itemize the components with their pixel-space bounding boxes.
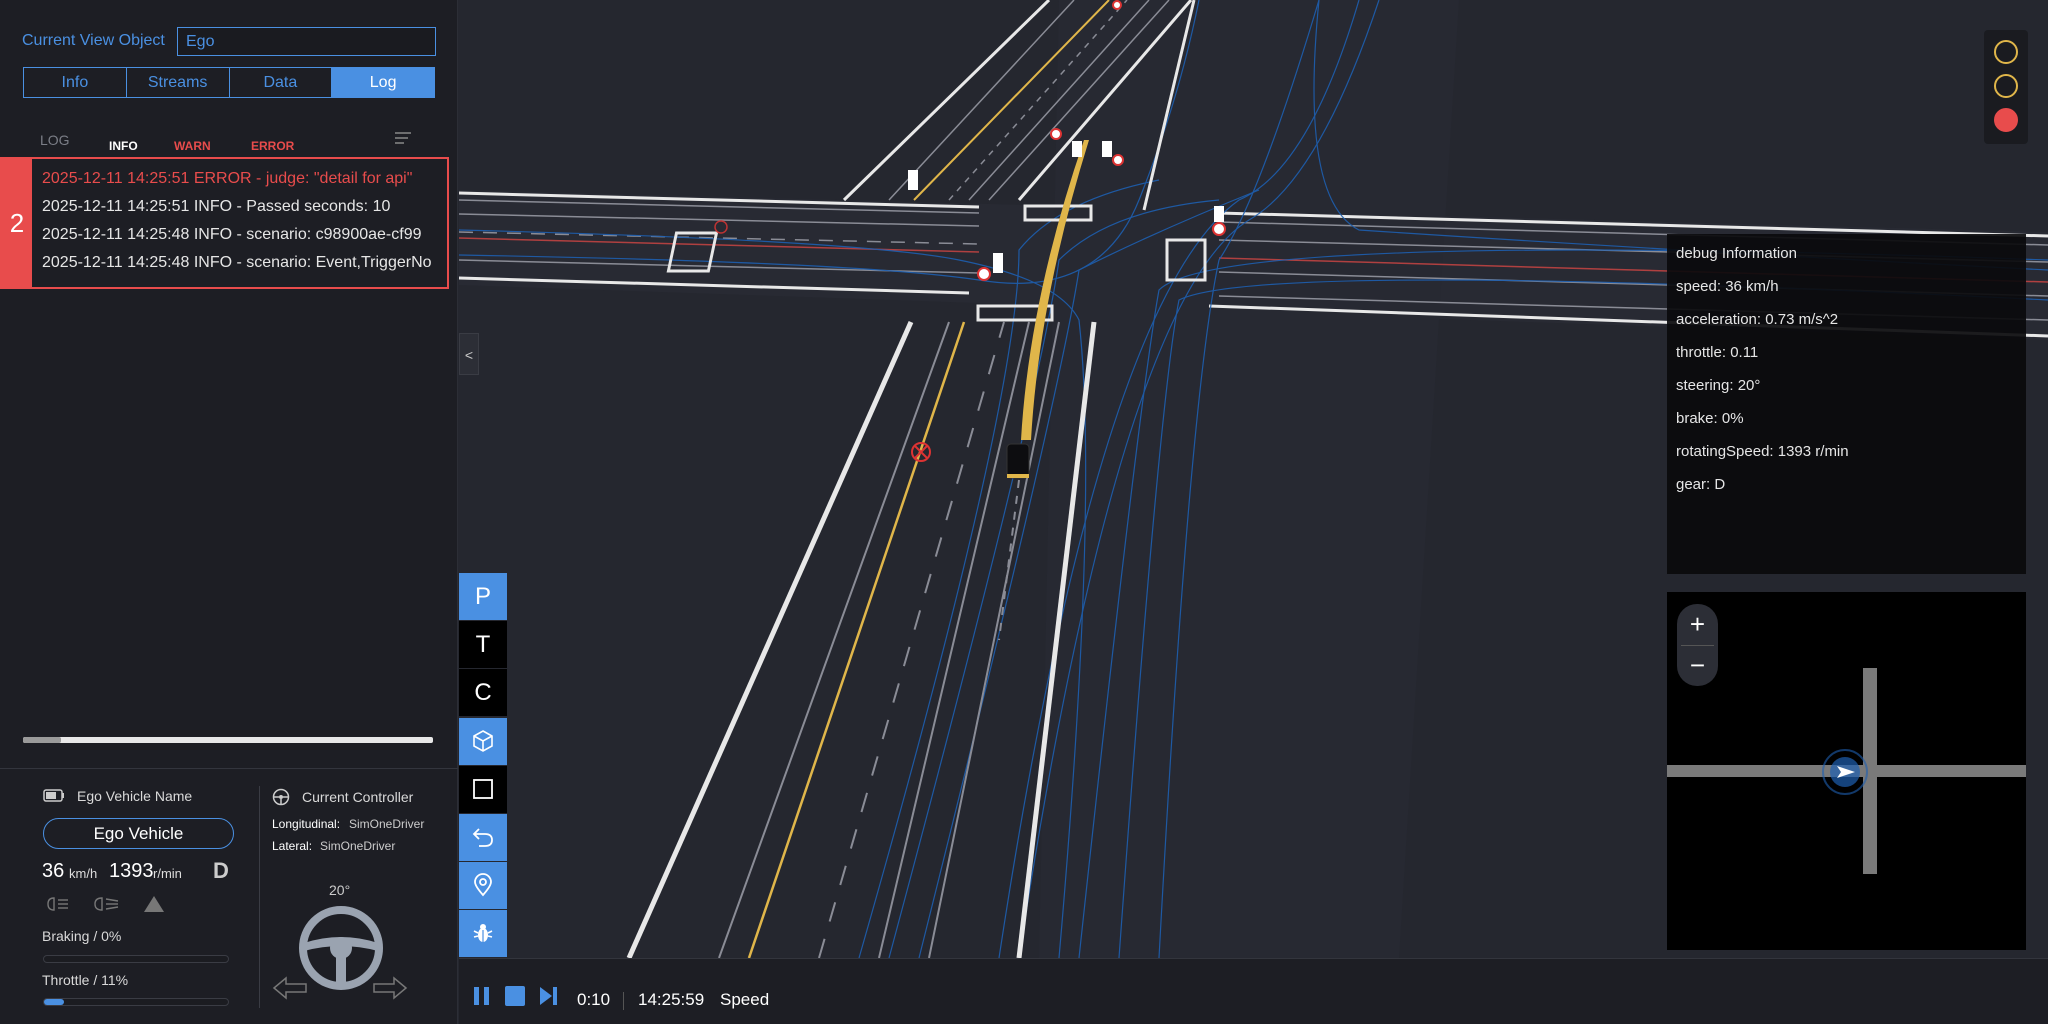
left-panel: Current View Object Info Streams Data Lo…	[0, 0, 458, 1024]
current-view-input[interactable]	[177, 27, 436, 56]
divider	[623, 992, 624, 1010]
zoom-in-button[interactable]: +	[1677, 604, 1718, 645]
high-beam-icon	[94, 897, 119, 911]
steering-angle-label: 20°	[329, 882, 351, 898]
braking-bar	[43, 955, 229, 963]
elapsed-time: 0:10	[577, 990, 611, 1009]
zoom-out-button[interactable]: −	[1677, 645, 1718, 686]
right-arrow-icon	[373, 976, 408, 1000]
debug-title: debug Information	[1676, 245, 1797, 262]
left-arrow-icon	[272, 976, 307, 1000]
debug-speed: speed: 36 km/h	[1676, 278, 1779, 295]
hazard-warning-icon	[144, 896, 164, 912]
square-icon	[473, 779, 493, 799]
log-filter-info[interactable]: INFO	[109, 139, 138, 153]
step-forward-icon[interactable]	[538, 985, 560, 1007]
braking-label: Braking / 0%	[42, 928, 122, 944]
low-beam-icon	[47, 897, 68, 911]
controller-title: Current Controller	[302, 789, 414, 805]
tab-log[interactable]: Log	[332, 68, 434, 97]
tab-data[interactable]: Data	[230, 68, 333, 97]
log-horizontal-scrollbar[interactable]	[23, 737, 433, 743]
stop-icon[interactable]	[504, 985, 526, 1007]
throttle-label: Throttle / 11%	[42, 972, 129, 988]
locate-button[interactable]	[459, 862, 507, 909]
filter-lines-icon[interactable]	[394, 130, 412, 146]
rpm-unit: r/min	[153, 866, 182, 881]
debug-throttle: throttle: 0.11	[1676, 344, 1759, 361]
reset-view-button[interactable]	[459, 814, 507, 861]
current-view-label: Current View Object	[22, 32, 165, 49]
top-view-button[interactable]: T	[459, 621, 507, 668]
traffic-light-top	[1994, 40, 2018, 64]
lateral-label: Lateral:	[272, 839, 313, 853]
tab-streams[interactable]: Streams	[127, 68, 230, 97]
throttle-bar-fill	[44, 999, 64, 1005]
3d-box-button[interactable]	[459, 718, 507, 765]
log-count-badge: 2	[2, 159, 32, 287]
collapse-panel-button[interactable]: <	[459, 333, 479, 375]
debug-rotating-speed: rotatingSpeed: 1393 r/min	[1676, 443, 1849, 460]
scrollbar-thumb[interactable]	[23, 737, 61, 743]
log-filter-error[interactable]: ERROR	[251, 139, 294, 153]
longitudinal-label: Longitudinal:	[272, 817, 341, 831]
debug-info-panel: debug Information speed: 36 km/h acceler…	[1667, 234, 2026, 574]
ego-vehicle-button[interactable]: Ego Vehicle	[43, 818, 234, 849]
pause-icon[interactable]	[471, 985, 493, 1007]
log-line: 2025-12-11 14:25:51 INFO - Passed second…	[42, 198, 391, 215]
traffic-light-bottom	[1994, 108, 2018, 132]
log-filter-warn[interactable]: WARN	[174, 139, 211, 153]
rpm-value: 1393	[109, 860, 154, 882]
speed-value: 36	[42, 860, 65, 882]
panel-tabs: Info Streams Data Log	[23, 67, 435, 98]
chase-view-button[interactable]: C	[459, 669, 507, 716]
steering-wheel-small-icon	[272, 788, 290, 806]
debug-acceleration: acceleration: 0.73 m/s^2	[1676, 311, 1839, 328]
traffic-light-panel	[1984, 30, 2028, 144]
debug-gear: gear: D	[1676, 476, 1726, 493]
ego-name-label: Ego Vehicle Name	[77, 788, 193, 804]
log-line: 2025-12-11 14:25:48 INFO - scenario: c98…	[42, 226, 422, 243]
debug-brake: brake: 0%	[1676, 410, 1744, 427]
zoom-controls: + −	[1677, 604, 1718, 686]
minimap-roads	[1667, 668, 2026, 874]
battery-icon	[43, 789, 64, 802]
playback-mode[interactable]: Speed	[720, 990, 769, 1010]
lateral-value: SimOneDriver	[320, 839, 396, 853]
log-header: LOG	[40, 132, 70, 148]
perspective-view-button[interactable]: P	[459, 573, 507, 620]
debug-button[interactable]	[459, 910, 507, 957]
debug-steering: steering: 20°	[1676, 377, 1761, 394]
clock-time: 14:25:59	[638, 990, 705, 1009]
location-pin-icon	[474, 873, 492, 897]
throttle-bar	[43, 998, 229, 1006]
traffic-light-middle	[1994, 74, 2018, 98]
log-line: 2025-12-11 14:25:48 INFO - scenario: Eve…	[42, 254, 432, 271]
log-entries: 2 2025-12-11 14:25:51 ERROR - judge: "de…	[0, 157, 449, 289]
tab-info[interactable]: Info	[24, 68, 127, 97]
2d-box-button[interactable]	[459, 766, 507, 813]
minimap[interactable]: + −	[1667, 592, 2026, 950]
cube-icon	[473, 730, 493, 752]
bug-icon	[473, 924, 493, 942]
gear-indicator: D	[213, 858, 229, 883]
longitudinal-value: SimOneDriver	[349, 817, 425, 831]
speed-unit: km/h	[69, 866, 98, 881]
divider	[259, 786, 260, 1008]
divider	[0, 768, 458, 769]
undo-icon	[472, 828, 493, 847]
log-line: 2025-12-11 14:25:51 ERROR - judge: "deta…	[42, 170, 413, 187]
